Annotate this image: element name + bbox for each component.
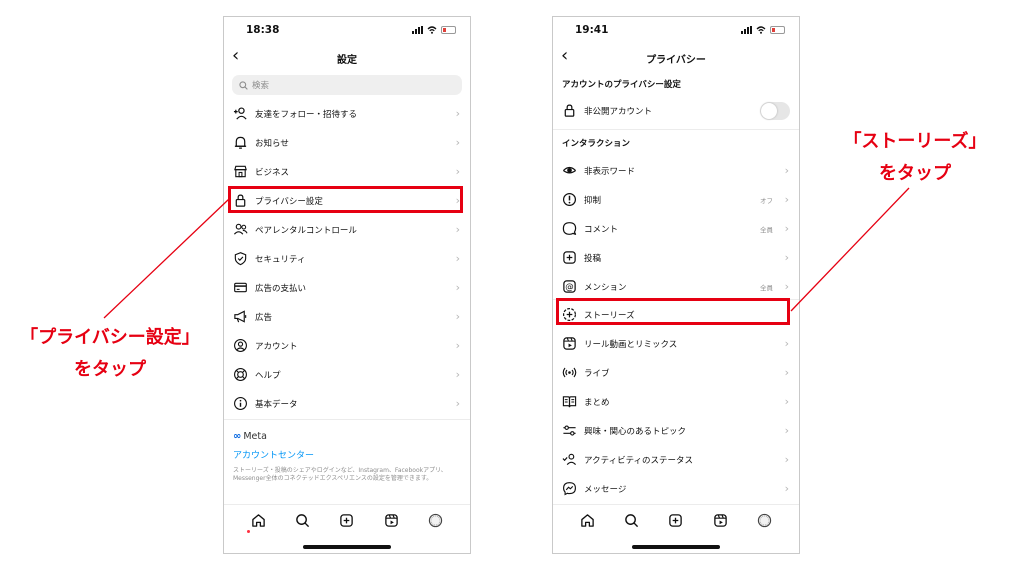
callout-leader-lines <box>103 187 910 319</box>
callout-privacy: 「プライバシー設定」 をタップ <box>0 322 220 386</box>
leader-line-stories <box>790 187 910 312</box>
callout-privacy-line1: 「プライバシー設定」 <box>20 327 200 348</box>
leader-line-privacy <box>103 198 230 319</box>
callout-stories-line2: をタップ <box>879 163 951 184</box>
callout-stories-line1: 「ストーリーズ」 <box>843 131 987 152</box>
callout-privacy-line2: をタップ <box>74 359 146 380</box>
callout-stories: 「ストーリーズ」 をタップ <box>810 126 1020 190</box>
